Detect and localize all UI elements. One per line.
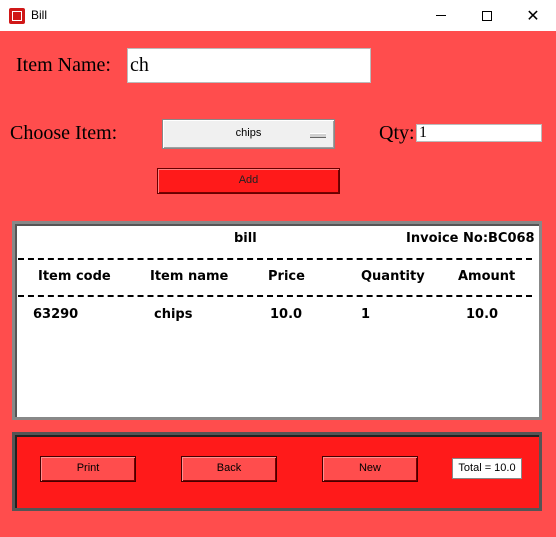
- back-button-label: Back: [216, 462, 242, 474]
- maximize-icon: [482, 10, 492, 21]
- app-icon: [9, 8, 25, 24]
- back-button[interactable]: Back: [181, 456, 277, 482]
- title-bar: Bill ✕: [0, 0, 556, 31]
- header-quantity: Quantity: [361, 269, 425, 284]
- row-quantity: 1: [361, 307, 371, 322]
- maximize-button[interactable]: [464, 0, 510, 31]
- qty-input[interactable]: 1: [416, 124, 542, 142]
- header-price: Price: [268, 269, 305, 284]
- invoice-number: Invoice No:BC068: [406, 231, 535, 246]
- dropdown-indicator-icon: [310, 133, 326, 138]
- divider-top: [18, 258, 532, 260]
- divider-header: [18, 295, 532, 297]
- new-button[interactable]: New: [322, 456, 418, 482]
- header-amount: Amount: [458, 269, 516, 284]
- close-button[interactable]: ✕: [510, 0, 556, 31]
- item-name-label: Item Name:: [16, 54, 111, 76]
- new-button-label: New: [358, 462, 381, 474]
- minimize-button[interactable]: [418, 0, 464, 31]
- header-item-code: Item code: [38, 269, 111, 284]
- total-display: Total = 10.0: [452, 458, 522, 479]
- add-button[interactable]: Add: [157, 168, 340, 194]
- choose-item-selected: chips: [235, 127, 262, 139]
- choose-item-dropdown[interactable]: chips: [162, 119, 335, 149]
- item-name-input[interactable]: ch: [127, 48, 371, 83]
- row-price: 10.0: [270, 307, 303, 322]
- choose-item-label: Choose Item:: [10, 122, 118, 144]
- close-icon: ✕: [526, 6, 540, 25]
- row-item-name: chips: [154, 307, 193, 322]
- row-amount: 10.0: [466, 307, 499, 322]
- bill-title: bill: [234, 231, 257, 246]
- print-button-label: Print: [76, 462, 100, 474]
- qty-label: Qty:: [379, 122, 415, 144]
- window-title: Bill: [31, 8, 48, 22]
- header-item-name: Item name: [150, 269, 229, 284]
- print-button[interactable]: Print: [40, 456, 136, 482]
- row-item-code: 63290: [33, 307, 79, 322]
- minimize-icon: [436, 15, 446, 16]
- bill-window: Bill ✕ Item Name: ch Choose Item: chips …: [0, 0, 556, 537]
- add-button-label: Add: [238, 174, 259, 186]
- window-bottom-strip: [0, 517, 556, 537]
